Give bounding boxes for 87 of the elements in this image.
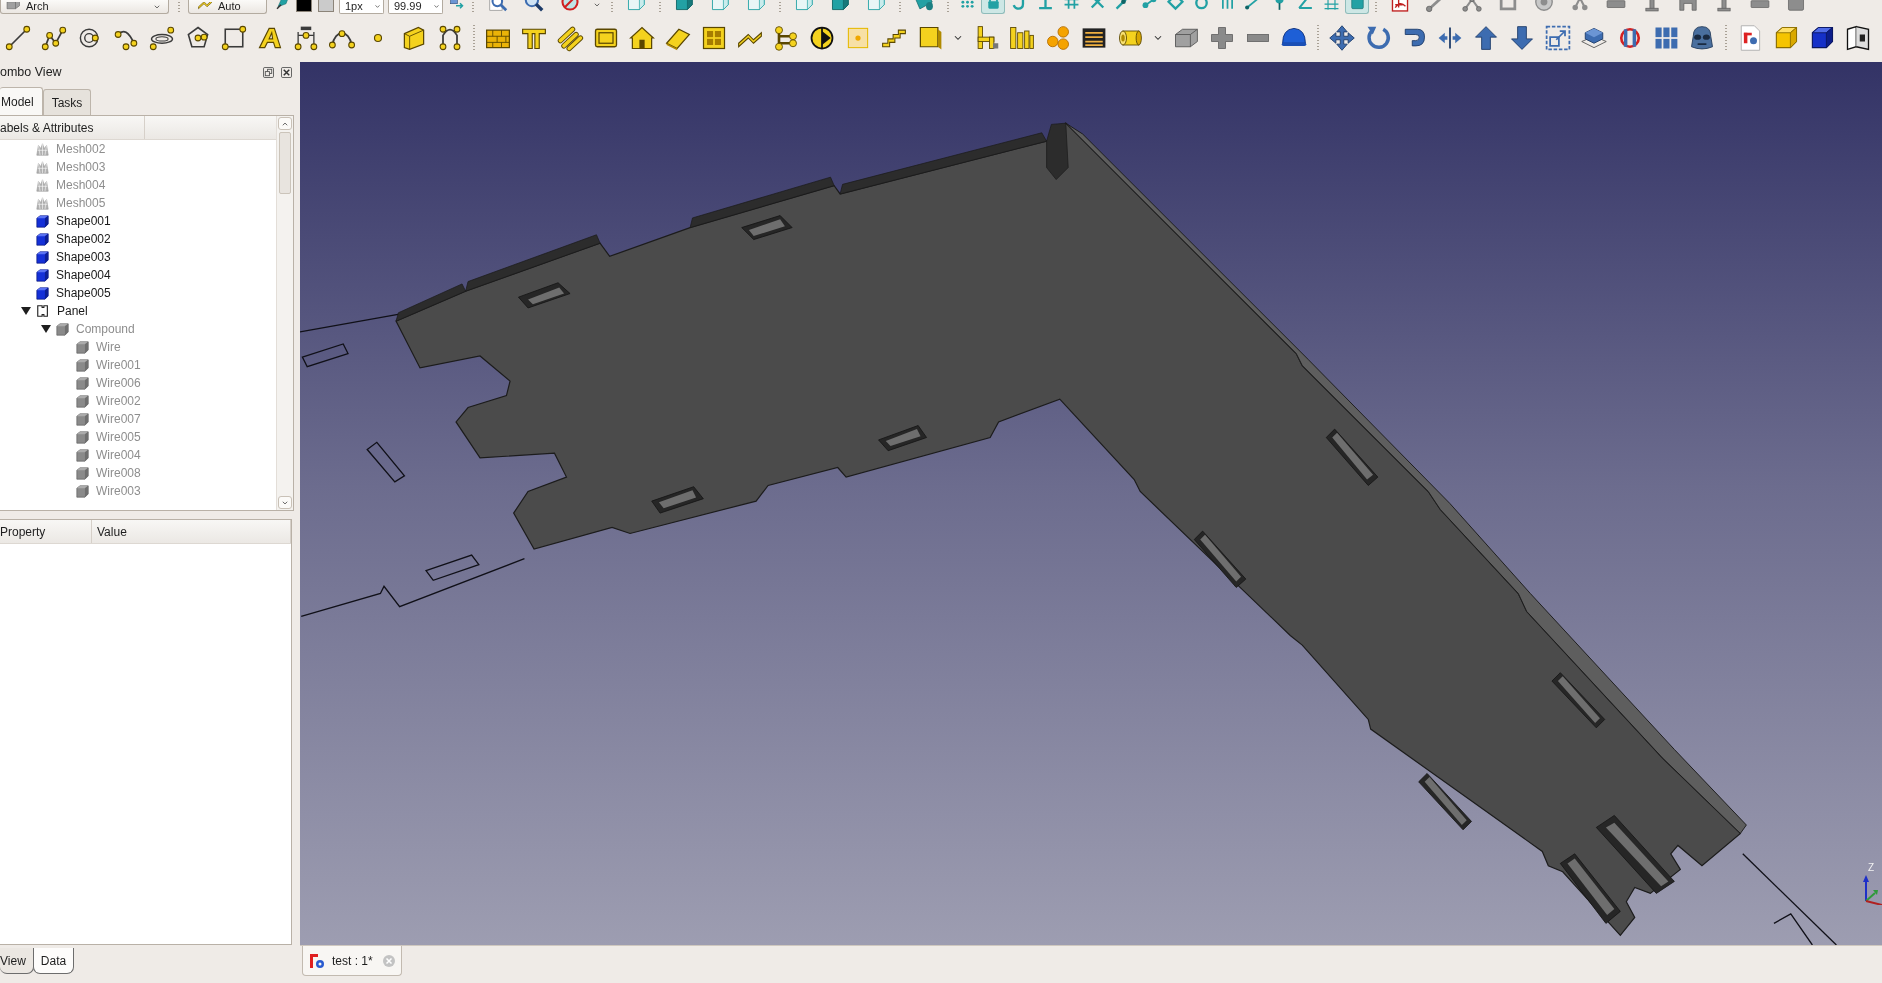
tab[interactable]: Model bbox=[0, 87, 43, 115]
color-swatch[interactable] bbox=[296, 0, 312, 12]
close-icon[interactable] bbox=[281, 66, 292, 78]
mesh-icon bbox=[36, 142, 49, 156]
bars-icon[interactable] bbox=[556, 24, 584, 52]
rectangle-icon[interactable] bbox=[220, 24, 248, 52]
cube-icon bbox=[76, 394, 89, 408]
arch-icon[interactable] bbox=[1677, 0, 1699, 13]
arrows-icon[interactable] bbox=[449, 0, 465, 10]
color-swatch[interactable] bbox=[318, 0, 334, 12]
zigzag-icon[interactable] bbox=[197, 1, 213, 12]
rotate-icon[interactable] bbox=[1364, 24, 1392, 52]
cube-icon bbox=[36, 286, 49, 300]
diamond-icon[interactable] bbox=[1165, 0, 1185, 11]
font-size-field[interactable]: 99.99 bbox=[388, 0, 443, 14]
nodes-icon[interactable] bbox=[772, 24, 800, 52]
link-icon[interactable] bbox=[1569, 0, 1591, 13]
cube-icon bbox=[56, 322, 69, 336]
draw-style-button[interactable]: Auto bbox=[188, 0, 267, 14]
tab[interactable]: Tasks bbox=[42, 89, 92, 115]
scrollbar-thumb[interactable] bbox=[279, 132, 291, 194]
tree-item[interactable]: Shape003 bbox=[56, 250, 111, 264]
float-icon[interactable] bbox=[263, 66, 274, 78]
document-icon[interactable] bbox=[1389, 0, 1411, 13]
magnifier-icon[interactable] bbox=[487, 0, 509, 13]
caret-icon[interactable] bbox=[373, 2, 382, 11]
tree-item[interactable]: Shape005 bbox=[56, 286, 111, 300]
columns-icon[interactable] bbox=[1008, 24, 1036, 52]
polyline-icon[interactable] bbox=[40, 24, 68, 52]
slot-outline bbox=[301, 343, 349, 368]
box-icon[interactable] bbox=[5, 1, 21, 12]
slot-outline bbox=[424, 554, 480, 582]
caret-icon[interactable] bbox=[432, 2, 441, 11]
pages-icon[interactable] bbox=[1844, 24, 1872, 52]
document-tab[interactable]: test : 1* bbox=[302, 946, 402, 976]
scale-icon[interactable] bbox=[1544, 24, 1572, 52]
window-icon[interactable] bbox=[700, 24, 728, 52]
mask-icon[interactable] bbox=[1688, 24, 1716, 52]
nodes-icon[interactable] bbox=[1461, 0, 1483, 13]
tab[interactable]: View bbox=[0, 948, 34, 974]
workbench-selector[interactable]: Arch bbox=[0, 0, 169, 14]
mesh-icon bbox=[36, 178, 49, 192]
cube-icon bbox=[36, 232, 49, 246]
spheres-icon[interactable] bbox=[1044, 24, 1072, 52]
expand-arrow-icon[interactable] bbox=[41, 324, 51, 334]
cube-icon bbox=[76, 466, 89, 480]
cube-icon bbox=[76, 448, 89, 462]
house-icon[interactable] bbox=[628, 24, 656, 52]
arrow-down-icon[interactable] bbox=[1508, 24, 1536, 52]
ellipse-icon[interactable] bbox=[148, 24, 176, 52]
column-header[interactable]: Property bbox=[0, 520, 92, 543]
tree-item[interactable]: Shape004 bbox=[56, 268, 111, 282]
tree-item[interactable]: Panel bbox=[57, 304, 88, 318]
box-icon[interactable] bbox=[1785, 0, 1807, 13]
cube-icon bbox=[36, 268, 49, 282]
axis-label: Z bbox=[1867, 863, 1874, 873]
cube-icon bbox=[36, 250, 49, 264]
cube-icon bbox=[76, 358, 89, 372]
column-header[interactable]: Value bbox=[92, 520, 291, 543]
mesh-icon bbox=[36, 160, 49, 174]
cube-icon bbox=[76, 412, 89, 426]
roll-icon[interactable] bbox=[913, 0, 935, 13]
tab[interactable]: Data bbox=[32, 948, 75, 974]
arrow-up-icon[interactable] bbox=[1472, 24, 1500, 52]
angle-icon[interactable] bbox=[1295, 0, 1315, 11]
logo-icon bbox=[309, 952, 325, 969]
move-icon[interactable] bbox=[1328, 24, 1356, 52]
panel-title: ombo View bbox=[0, 65, 62, 79]
expand-arrow-icon[interactable] bbox=[21, 306, 31, 316]
mesh-icon bbox=[36, 196, 49, 210]
slot-outline bbox=[366, 441, 406, 483]
axes-icon bbox=[1860, 873, 1882, 905]
cube-icon bbox=[76, 484, 89, 498]
plus-icon[interactable] bbox=[1208, 24, 1236, 52]
tree-item[interactable]: Shape001 bbox=[56, 214, 111, 228]
tree-item[interactable]: Shape002 bbox=[56, 232, 111, 246]
line-icon[interactable] bbox=[4, 24, 32, 52]
panel-icon bbox=[36, 304, 50, 318]
magnifier-icon[interactable] bbox=[523, 0, 545, 13]
cube-icon bbox=[76, 376, 89, 390]
line-width-field[interactable]: 1px bbox=[339, 0, 384, 14]
cube-icon bbox=[76, 340, 89, 354]
brush-icon[interactable] bbox=[275, 0, 291, 10]
cube-icon bbox=[76, 430, 89, 444]
dimension-icon[interactable] bbox=[292, 24, 320, 52]
cube-icon bbox=[36, 214, 49, 228]
prohibited-icon[interactable] bbox=[559, 0, 581, 13]
